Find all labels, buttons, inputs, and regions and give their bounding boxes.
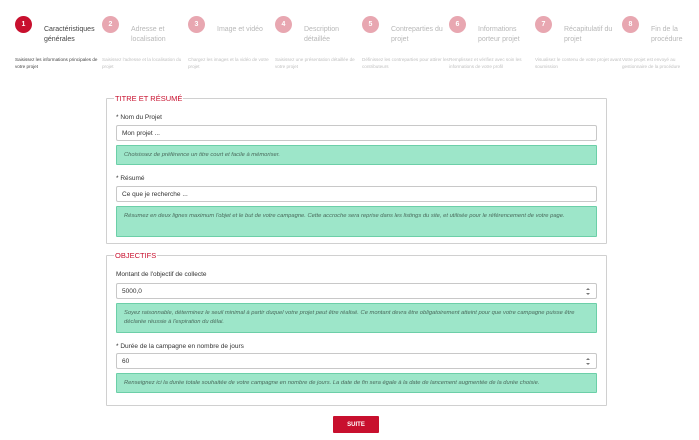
- duration-value: 60: [122, 357, 130, 365]
- goal-amount-label: Montant de l'objectif de collecte: [116, 271, 207, 278]
- step-description: Visualisez le contenu de votre projet av…: [535, 57, 622, 69]
- step-number: 6: [449, 16, 466, 33]
- duration-input[interactable]: 60: [116, 353, 597, 369]
- step-description: Saisissez les informations principales d…: [15, 57, 98, 69]
- step-number: 4: [275, 16, 292, 33]
- duration-help: Renseignez ici la durée totale souhaitée…: [116, 373, 597, 393]
- chevron-down-icon[interactable]: [586, 293, 590, 295]
- summary-label: * Résumé: [116, 175, 145, 182]
- step-number: 7: [535, 16, 552, 33]
- step-description: Saisissez l'adresse et la localisation d…: [102, 57, 182, 69]
- step-description: Définissez les contreparties pour attire…: [362, 57, 449, 69]
- step-number: 2: [102, 16, 119, 33]
- section-legend: TITRE ET RÉSUMÉ: [114, 94, 184, 103]
- progress-stepper: 1 Caractéristiques générales Saisissez l…: [0, 0, 699, 90]
- summary-input[interactable]: Ce que je recherche ...: [116, 186, 597, 202]
- project-name-help: Choisissez de préférence un titre court …: [116, 145, 597, 165]
- section-legend: OBJECTIFS: [114, 251, 158, 260]
- goal-amount-input[interactable]: 5000,0: [116, 283, 597, 299]
- step-title: Image et vidéo: [217, 26, 263, 33]
- duration-label: * Durée de la campagne en nombre de jour…: [116, 343, 244, 350]
- step-description: Chargez les images et la vidéo de votre …: [188, 57, 269, 69]
- step-number: 5: [362, 16, 379, 33]
- step-description: Saisissez une présentation détaillée de …: [275, 57, 355, 69]
- number-spinner[interactable]: [586, 288, 590, 295]
- chevron-up-icon[interactable]: [586, 358, 590, 360]
- step-description: Remplissez et vérifiez avec soin les inf…: [449, 57, 522, 69]
- step-title: Adresse et localisation: [131, 26, 166, 43]
- step-title: Fin de la procédure: [651, 26, 683, 43]
- step-description: Votre projet est envoyé au gestionnaire …: [622, 57, 681, 69]
- step-title: Informations porteur projet: [478, 26, 520, 43]
- chevron-up-icon[interactable]: [586, 288, 590, 290]
- goal-amount-value: 5000,0: [122, 287, 142, 295]
- step-number: 3: [188, 16, 205, 33]
- step-title: Récapitulatif du projet: [564, 26, 613, 43]
- chevron-down-icon[interactable]: [586, 363, 590, 365]
- step-title: Contreparties du projet: [391, 26, 443, 43]
- fieldset-objectifs: OBJECTIFS Montant de l'objectif de colle…: [106, 251, 607, 406]
- step-number: 8: [622, 16, 639, 33]
- number-spinner[interactable]: [586, 358, 590, 365]
- step-title: Caractéristiques générales: [44, 26, 95, 43]
- goal-amount-help: Soyez raisonnable, déterminez le seuil m…: [116, 303, 597, 333]
- step-number: 1: [15, 16, 32, 33]
- next-button[interactable]: SUITE: [333, 416, 379, 433]
- step-title: Description détaillée: [304, 26, 340, 43]
- fieldset-titre-resume: TITRE ET RÉSUMÉ * Nom du Projet Mon proj…: [106, 94, 607, 244]
- summary-help: Résumez en deux lignes maximum l'objet e…: [116, 206, 597, 237]
- project-name-input[interactable]: Mon projet ...: [116, 125, 597, 141]
- project-name-label: * Nom du Projet: [116, 114, 162, 121]
